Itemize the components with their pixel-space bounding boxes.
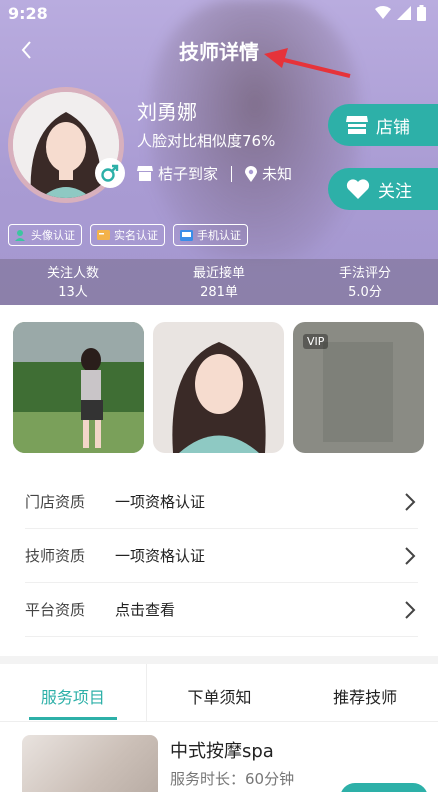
qualification-list: 门店资质 一项资格认证 技师资质 一项资格认证 平台资质 点击查看 [25, 475, 418, 637]
tab-order-notice[interactable]: 下单须知 [147, 664, 293, 721]
location-text: 未知 [262, 165, 293, 183]
gender-badge [95, 158, 125, 188]
stat-followers: 关注人数 13人 [46, 266, 99, 300]
stat-rating: 手法评分 5.0分 [338, 266, 391, 300]
chevron-right-icon [405, 547, 416, 565]
qual-row-platform[interactable]: 平台资质 点击查看 [25, 583, 418, 637]
phone-icon [180, 229, 193, 241]
follow-button[interactable]: 关注 [328, 168, 438, 210]
store-name[interactable]: 桔子到家 [158, 163, 218, 184]
male-icon [101, 164, 119, 182]
qual-row-store[interactable]: 门店资质 一项资格认证 [25, 475, 418, 529]
signal-icon [397, 6, 411, 20]
cert-real-name: 实名认证 [90, 224, 165, 246]
face-similarity: 人脸对比相似度76% [137, 132, 276, 150]
book-button[interactable] [340, 783, 428, 792]
chevron-right-icon [405, 493, 416, 511]
tab-recommended[interactable]: 推荐技师 [292, 664, 438, 721]
service-thumbnail [22, 735, 158, 792]
certification-row: 头像认证 实名认证 手机认证 [8, 224, 248, 246]
tab-bar: 服务项目 下单须知 推荐技师 [0, 664, 438, 722]
tab-services[interactable]: 服务项目 [0, 664, 146, 721]
qual-row-technician[interactable]: 技师资质 一项资格认证 [25, 529, 418, 583]
profile-header: 9:28 技师详情 刘勇娜 人脸对比相似度76% 桔子到家 未知 店铺 关注 头… [0, 0, 438, 305]
page-title: 技师详情 [179, 40, 259, 64]
shop-button[interactable]: 店铺 [328, 104, 438, 146]
wifi-icon [375, 6, 391, 19]
technician-name: 刘勇娜 [137, 100, 197, 124]
store-location-row: 桔子到家 未知 [137, 163, 292, 184]
status-bar: 9:28 [0, 0, 438, 28]
service-name: 中式按摩spa [170, 741, 274, 762]
shop-icon [346, 116, 368, 134]
cert-phone: 手机认证 [173, 224, 248, 246]
chevron-right-icon [405, 601, 416, 619]
status-icons [375, 5, 426, 21]
battery-icon [417, 5, 426, 21]
store-icon [137, 166, 153, 181]
photo-thumbnail[interactable] [153, 322, 284, 453]
id-card-icon [97, 230, 110, 240]
stat-recent-orders: 最近接单 281单 [192, 266, 245, 300]
location-icon [245, 165, 258, 182]
section-divider [0, 656, 438, 664]
user-check-icon [15, 230, 25, 241]
cert-avatar: 头像认证 [8, 224, 82, 246]
annotation-arrow-icon [264, 48, 351, 78]
photo-thumbnail[interactable] [13, 322, 144, 453]
photo-gallery: VIP [13, 322, 424, 453]
stats-bar: 关注人数 13人 最近接单 281单 手法评分 5.0分 [0, 259, 438, 305]
service-duration: 服务时长：60分钟 [170, 770, 295, 788]
photo-thumbnail-vip[interactable]: VIP [293, 322, 424, 453]
heart-icon [346, 179, 370, 199]
vip-badge: VIP [303, 334, 329, 349]
follow-button-label: 关注 [378, 181, 412, 202]
shop-button-label: 店铺 [376, 117, 410, 138]
service-item[interactable]: 中式按摩spa 服务时长：60分钟 [22, 735, 428, 792]
status-time: 9:28 [8, 4, 48, 23]
